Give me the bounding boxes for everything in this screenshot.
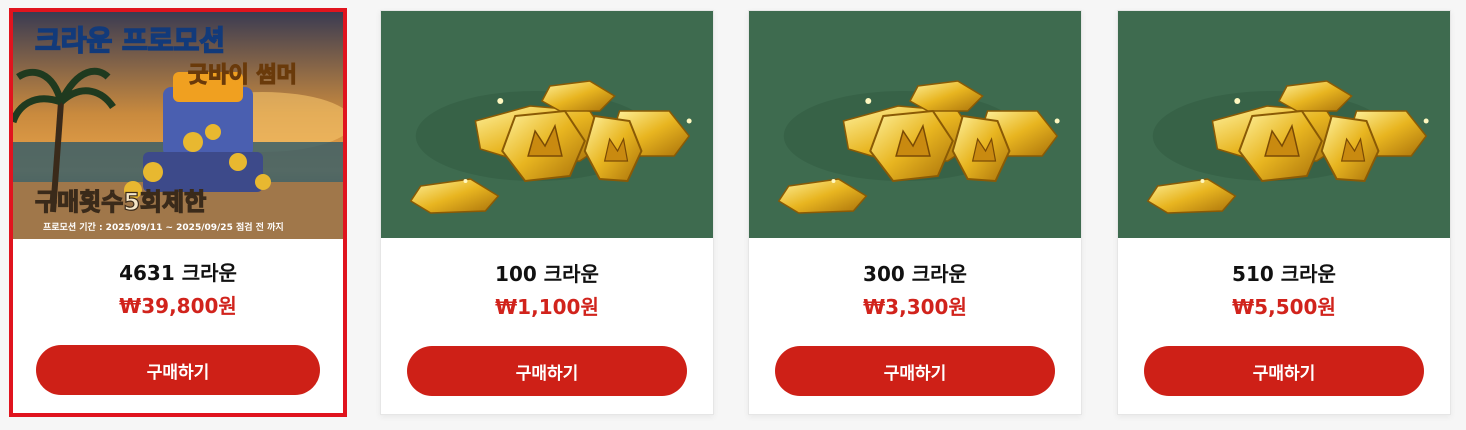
coins-image	[1118, 11, 1450, 238]
product-price: ₩39,800원	[119, 294, 237, 318]
product-card-510[interactable]: 510 크라운 ₩5,500원 구매하기	[1117, 10, 1451, 415]
promo-subhead: 굿바이 썸머	[188, 63, 297, 88]
buy-button[interactable]: 구매하기	[36, 345, 320, 395]
promo-banner-image: 크라운 프로모션 굿바이 썸머 구매횟수5회제한 프로모션 기간 : 2025/…	[13, 12, 343, 239]
product-card-promo[interactable]: 크라운 프로모션 굿바이 썸머 구매횟수5회제한 프로모션 기간 : 2025/…	[9, 8, 347, 417]
product-price: ₩3,300원	[863, 295, 967, 319]
buy-button[interactable]: 구매하기	[407, 346, 687, 396]
product-name: 4631 크라운	[119, 261, 237, 285]
product-card-300[interactable]: 300 크라운 ₩3,300원 구매하기	[748, 10, 1082, 415]
promo-limit: 구매횟수5회제한	[35, 188, 206, 216]
product-price: ₩1,100원	[495, 295, 599, 319]
product-name: 100 크라운	[495, 262, 599, 286]
promo-period: 프로모션 기간 : 2025/09/11 ~ 2025/09/25 점검 전 까…	[43, 221, 284, 233]
buy-button[interactable]: 구매하기	[775, 346, 1055, 396]
buy-button[interactable]: 구매하기	[1144, 346, 1424, 396]
coins-image	[381, 11, 713, 238]
product-card-100[interactable]: 100 크라운 ₩1,100원 구매하기	[380, 10, 714, 415]
product-name: 510 크라운	[1232, 262, 1336, 286]
product-name: 300 크라운	[863, 262, 967, 286]
product-price: ₩5,500원	[1232, 295, 1336, 319]
coins-image	[749, 11, 1081, 238]
promo-headline: 크라운 프로모션	[35, 24, 225, 57]
